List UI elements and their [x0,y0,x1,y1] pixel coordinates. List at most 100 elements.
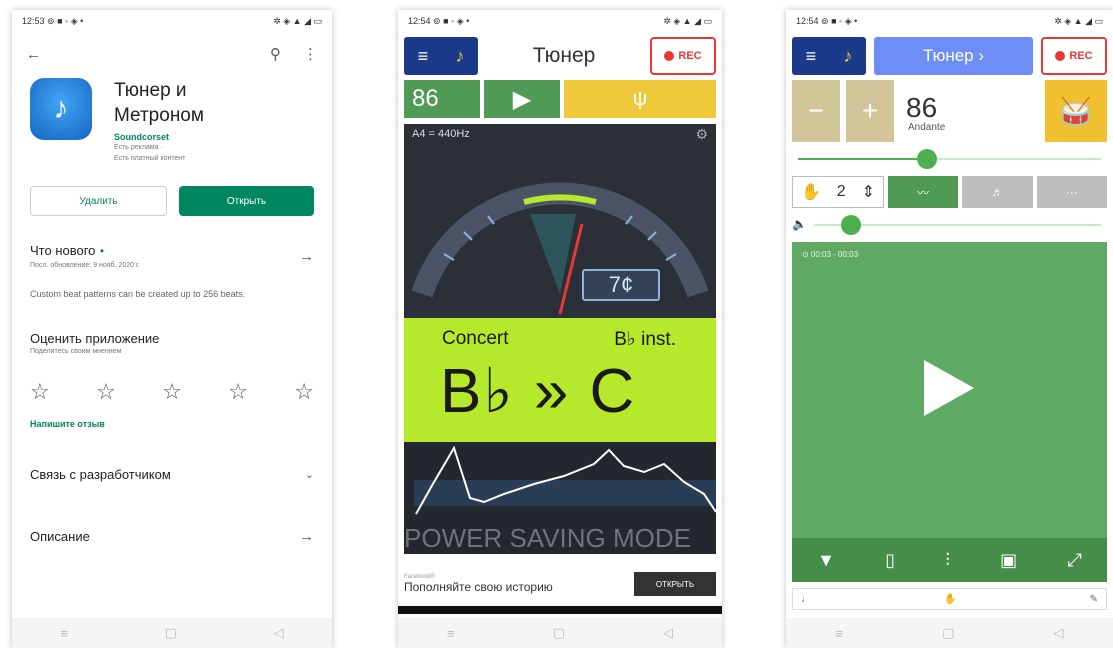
rate-subtitle: Поделитесь своим мнением [30,348,122,355]
vibrate-icon[interactable]: ▯ [885,550,895,571]
star-icon[interactable]: ☆ [228,379,248,405]
record-dot-icon [1055,51,1066,61]
developer-link[interactable]: Soundcorset [114,132,204,142]
open-button[interactable]: Открыть [179,186,314,216]
paid-content-note: Есть платный контент [114,155,186,162]
divider [398,606,722,614]
arrow-right-icon[interactable]: → [299,528,314,545]
home-nav-icon[interactable]: ▢ [942,625,954,641]
volume-slider-knob[interactable] [840,215,861,235]
record-dot-icon [664,51,675,61]
play-button[interactable]: ▶ [484,80,560,118]
note-logo-icon: ♪ [843,45,853,66]
star-icon[interactable]: ☆ [162,379,182,405]
whats-new-row[interactable]: Что нового • Посл. обновление: 9 нояб. 2… [30,242,314,271]
contact-title: Связь с разработчиком [30,467,171,482]
description-row[interactable]: Описание → [30,528,314,545]
whats-new-text: Custom beat patterns can be created up t… [30,289,246,299]
tempo-display: 86 Andante [900,80,1039,142]
metronome-play-area[interactable]: ⊙ 00:03 - 00:03 [792,242,1107,538]
app-name-line1: Тюнер и [114,80,187,101]
accent-icon[interactable]: ⫶ [945,550,950,571]
status-icons: ⊚ ■ ◦ ◈ • [433,15,470,26]
tuning-fork-icon: ψ [632,87,648,110]
more-vert-icon[interactable]: ⋮ [303,45,318,63]
status-icons: ⊚ ■ ◦ ◈ • [821,15,858,26]
stepper-icon: ⇕ [861,184,876,201]
preset-row[interactable]: ♩ ✋ ✎ [792,588,1107,610]
home-nav-icon[interactable]: ▢ [165,625,177,641]
star-icon[interactable]: ☆ [96,379,116,405]
back-nav-icon[interactable]: ◁ [1053,625,1063,641]
hamburger-icon: ≡ [805,45,817,66]
tuning-fork-button[interactable]: ψ [564,80,716,118]
star-icon[interactable]: ☆ [294,379,314,405]
search-icon[interactable]: ⚲ [270,45,281,63]
uninstall-button[interactable]: Удалить [30,186,167,216]
arrow-right-icon[interactable]: → [299,248,314,265]
tempo-slider[interactable] [798,148,1101,170]
metronome-screen: 12:54 ⊚ ■ ◦ ◈ • ✲ ◈ ▲ ◢ ▭ ≡ ♪ Тюнер › RE… [786,10,1113,648]
menu-nav-icon[interactable]: ≡ [60,626,68,641]
status-right-icons: ✲ ◈ ▲ ◢ ▭ [663,15,712,26]
tempo-slider-knob[interactable] [916,149,937,169]
concert-label: Concert [442,328,509,349]
tuner-screen: 12:54 ⊚ ■ ◦ ◈ • ✲ ◈ ▲ ◢ ▭ ≡ ♪ Тюнер REC … [398,10,722,648]
system-nav-bar: ≡ ▢ ◁ [398,618,722,648]
beats-selector[interactable]: ✋ 2 ⇕ [792,176,884,208]
status-right-icons: ✲ ◈ ▲ ◢ ▭ [1054,15,1103,26]
app-name-line2: Метроном [114,105,204,126]
tuner-tab-button[interactable]: Тюнер › [874,37,1033,75]
back-arrow-icon[interactable]: ← [26,46,41,63]
status-icons: ⊚ ■ ◦ ◈ • [47,15,84,26]
back-nav-icon[interactable]: ◁ [274,625,284,641]
flashlight-icon[interactable]: ▼ [817,550,835,571]
tempo-plus-button[interactable]: + [846,80,894,142]
status-time: 12:53 [22,15,45,26]
rec-label: REC [1069,50,1093,62]
ad-open-button[interactable]: ОТКРЫТЬ [634,572,716,596]
rec-button[interactable]: REC [1041,37,1107,75]
elapsed-time: ⊙ 00:03 - 00:03 [802,250,859,259]
menu-nav-icon[interactable]: ≡ [836,626,844,641]
bpm-button[interactable]: 86 [404,80,480,118]
rec-label: REC [678,50,702,62]
wave-icon: 〰 [917,185,930,200]
ad-text: Facebook® Пополняйте свою историю [404,574,553,594]
chevron-down-icon[interactable]: ⌄ [305,468,314,481]
tempo-minus-button[interactable]: − [792,80,840,142]
note-conversion: B♭ » C [440,357,637,426]
new-dot: • [99,244,105,258]
tempo-name: Andante [908,122,946,133]
system-nav-bar: ≡ ▢ ◁ [786,618,1113,648]
edit-icon[interactable]: ✎ [1090,594,1098,605]
metronome-toolbar: ▼ ▯ ⫶ ▣ ⤢ [792,538,1107,582]
pattern-more-button[interactable]: ··· [1036,176,1107,208]
contact-developer-row[interactable]: Связь с разработчиком ⌄ [30,467,314,482]
fullscreen-icon[interactable]: ⤢ [1067,550,1081,571]
write-review-link[interactable]: Напишите отзыв [12,419,332,429]
menu-button[interactable]: ≡ ♪ [404,37,478,75]
note-logo-icon: ♪ [455,45,465,66]
status-bar: 12:54 ⊚ ■ ◦ ◈ • ✲ ◈ ▲ ◢ ▭ [398,10,722,32]
home-nav-icon[interactable]: ▢ [553,625,565,641]
menu-nav-icon[interactable]: ≡ [447,626,455,641]
pattern-wave-button[interactable]: 〰 [888,176,959,208]
preset-tempo-icon: ♩ [801,593,811,605]
preset-icon[interactable]: ▣ [1000,550,1017,571]
star-icon[interactable]: ☆ [30,379,50,405]
rec-button[interactable]: REC [650,37,716,75]
menu-button[interactable]: ≡ ♪ [792,37,866,75]
back-nav-icon[interactable]: ◁ [663,625,673,641]
volume-icon: 🔈 [792,217,807,231]
play-icon[interactable] [924,360,974,416]
preset-beat-icon: ✋ [944,593,957,605]
description-title: Описание [30,529,90,544]
volume-slider[interactable]: 🔈 [792,214,1101,236]
tempo-value: 86 [906,92,938,123]
beats-value: 2 [836,183,846,200]
ad-banner[interactable]: Facebook® Пополняйте свою историю ОТКРЫТ… [398,564,722,604]
drum-button[interactable]: 🥁 [1045,80,1107,142]
rating-stars: ☆ ☆ ☆ ☆ ☆ [12,357,332,419]
pattern-notes-button[interactable]: ♬ [962,176,1033,208]
